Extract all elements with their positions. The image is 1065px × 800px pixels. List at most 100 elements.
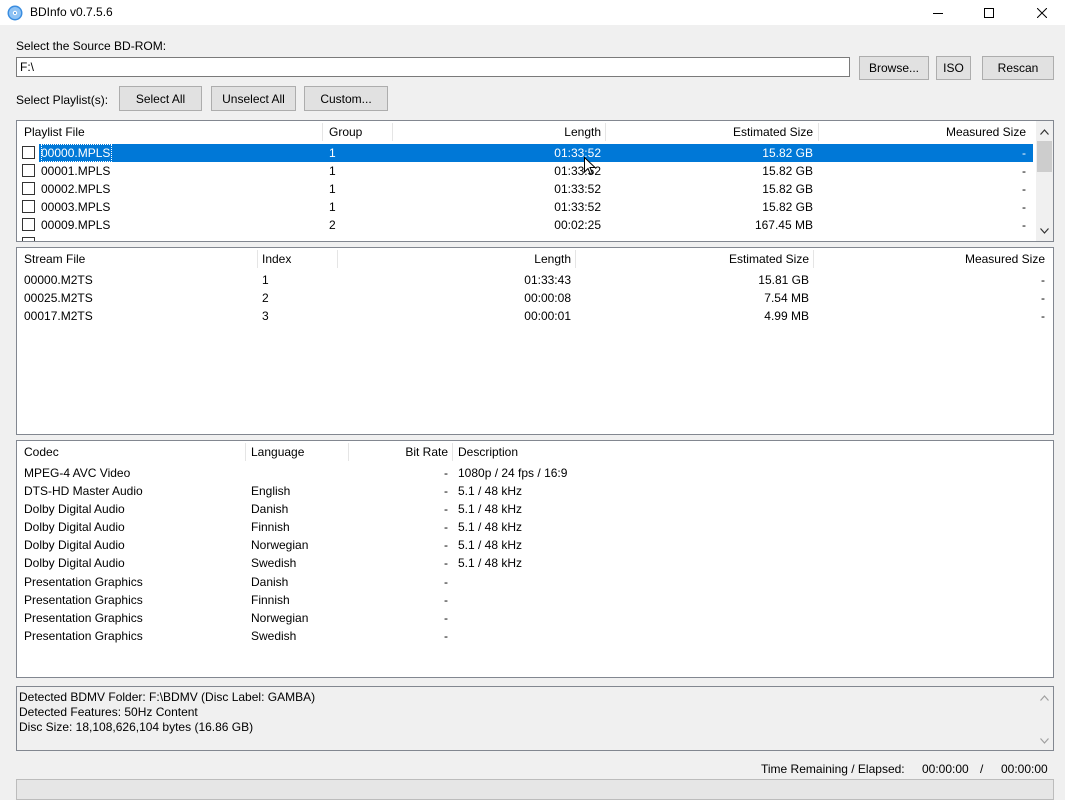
stream-file-name: 00025.M2TS (24, 291, 93, 305)
col-measured-size[interactable]: Measured Size (817, 248, 1045, 270)
stream-row[interactable]: 00000.M2TS 1 01:33:43 15.81 GB - (17, 271, 1053, 289)
col-bit-rate[interactable]: Bit Rate (352, 441, 448, 463)
codec-name: Dolby Digital Audio (24, 520, 125, 534)
iso-button[interactable]: ISO (936, 56, 971, 80)
col-group[interactable]: Group (329, 121, 389, 143)
playlist-row-partial (17, 235, 1033, 241)
playlist-checkbox[interactable] (22, 164, 35, 177)
col-description[interactable]: Description (458, 441, 758, 463)
codec-language: Swedish (251, 629, 297, 643)
codec-language: Swedish (251, 556, 297, 570)
unselect-all-button[interactable]: Unselect All (211, 86, 296, 111)
column-divider (452, 443, 453, 461)
codec-row[interactable]: Dolby Digital Audio Finnish - 5.1 / 48 k… (17, 518, 1053, 536)
source-path-input[interactable]: F:\ (16, 57, 850, 77)
scroll-down-arrow[interactable] (1036, 222, 1053, 239)
playlist-checkbox[interactable] (22, 146, 35, 159)
playlist-file-name: 00000.MPLS (41, 144, 113, 162)
col-length[interactable]: Length (347, 248, 571, 270)
playlist-file-name: 00001.MPLS (41, 164, 111, 178)
codec-row[interactable]: Presentation Graphics Danish - (17, 573, 1053, 591)
col-length[interactable]: Length (397, 121, 601, 143)
status-textbox[interactable]: Detected BDMV Folder: F:\BDMV (Disc Labe… (16, 686, 1054, 751)
playlist-row[interactable]: 00003.MPLS 1 01:33:52 15.82 GB - (17, 198, 1033, 216)
codec-description: 1080p / 24 fps / 16:9 (458, 466, 568, 480)
stream-est-size: 7.54 MB (764, 291, 809, 305)
col-stream-file[interactable]: Stream File (24, 248, 254, 270)
custom-button[interactable]: Custom... (304, 86, 388, 111)
stream-list[interactable]: Stream File Index Length Estimated Size … (16, 247, 1054, 435)
column-divider (322, 123, 323, 141)
playlist-est-size: 167.45 MB (754, 218, 813, 232)
scroll-up-arrow[interactable] (1036, 123, 1053, 140)
playlist-meas-size: - (1022, 182, 1026, 196)
browse-button[interactable]: Browse... (859, 56, 929, 80)
chevron-up-icon (1040, 128, 1049, 135)
codec-row[interactable]: Presentation Graphics Swedish - (17, 627, 1053, 645)
playlist-group: 1 (329, 182, 336, 196)
status-line: Detected BDMV Folder: F:\BDMV (Disc Labe… (19, 690, 316, 704)
playlist-length: 00:02:25 (554, 218, 601, 232)
maximize-icon (984, 7, 994, 18)
codec-row[interactable]: MPEG-4 AVC Video - 1080p / 24 fps / 16:9 (17, 464, 1053, 482)
select-all-button[interactable]: Select All (119, 86, 202, 111)
codec-bit-rate: - (444, 556, 448, 570)
codec-language: Finnish (251, 520, 290, 534)
col-measured-size[interactable]: Measured Size (822, 121, 1026, 143)
minimize-button[interactable] (915, 0, 961, 25)
col-playlist-file[interactable]: Playlist File (24, 121, 314, 143)
rescan-button[interactable]: Rescan (982, 56, 1054, 80)
col-codec[interactable]: Codec (24, 441, 239, 463)
codec-language: Finnish (251, 593, 290, 607)
scroll-down-arrow[interactable] (1036, 732, 1053, 749)
col-index[interactable]: Index (262, 248, 332, 270)
col-estimated-size[interactable]: Estimated Size (609, 121, 813, 143)
maximize-button[interactable] (966, 0, 1012, 25)
codec-language: Norwegian (251, 538, 309, 552)
minimize-icon (933, 12, 943, 14)
stream-length: 01:33:43 (524, 273, 571, 287)
codec-row[interactable]: Presentation Graphics Norwegian - (17, 609, 1053, 627)
codec-description: 5.1 / 48 kHz (458, 556, 523, 570)
playlist-checkbox[interactable] (22, 182, 35, 195)
column-divider (392, 123, 393, 141)
time-divider: / (980, 762, 984, 776)
col-language[interactable]: Language (251, 441, 346, 463)
playlist-group: 1 (329, 164, 336, 178)
playlist-row[interactable]: 00000.MPLS 1 01:33:52 15.82 GB - (17, 144, 1033, 162)
scroll-thumb[interactable] (1037, 141, 1052, 172)
codec-list[interactable]: Codec Language Bit Rate Description MPEG… (16, 440, 1054, 678)
codec-bit-rate: - (444, 611, 448, 625)
codec-row[interactable]: Dolby Digital Audio Norwegian - 5.1 / 48… (17, 536, 1053, 554)
stream-row[interactable]: 00025.M2TS 2 00:00:08 7.54 MB - (17, 289, 1053, 307)
stream-est-size: 4.99 MB (764, 309, 809, 323)
codec-name: Dolby Digital Audio (24, 502, 125, 516)
column-divider (605, 123, 606, 141)
codec-row[interactable]: DTS-HD Master Audio English - 5.1 / 48 k… (17, 482, 1053, 500)
playlist-checkbox[interactable] (22, 218, 35, 231)
chevron-up-icon (1040, 694, 1049, 701)
playlist-checkbox[interactable] (22, 200, 35, 213)
time-remaining: 00:00:00 (922, 762, 969, 776)
codec-row[interactable]: Dolby Digital Audio Danish - 5.1 / 48 kH… (17, 500, 1053, 518)
codec-language: Norwegian (251, 611, 309, 625)
playlist-row[interactable]: 00009.MPLS 2 00:02:25 167.45 MB - (17, 216, 1033, 234)
col-estimated-size[interactable]: Estimated Size (579, 248, 809, 270)
playlist-scrollbar[interactable] (1036, 121, 1053, 241)
playlist-row[interactable]: 00002.MPLS 1 01:33:52 15.82 GB - (17, 180, 1033, 198)
stream-est-size: 15.81 GB (758, 273, 809, 287)
playlist-list[interactable]: Playlist File Group Length Estimated Siz… (16, 120, 1054, 242)
codec-name: Dolby Digital Audio (24, 538, 125, 552)
playlist-row[interactable]: 00001.MPLS 1 01:33:52 15.82 GB - (17, 162, 1033, 180)
stream-row[interactable]: 00017.M2TS 3 00:00:01 4.99 MB - (17, 307, 1053, 325)
close-button[interactable] (1019, 0, 1065, 25)
playlist-meas-size: - (1022, 218, 1026, 232)
codec-description: 5.1 / 48 kHz (458, 484, 523, 498)
stream-meas-size: - (1041, 273, 1045, 287)
status-scrollbar[interactable] (1036, 687, 1053, 750)
scroll-up-arrow[interactable] (1036, 689, 1053, 706)
scan-progress-bar (16, 779, 1054, 800)
codec-row[interactable]: Dolby Digital Audio Swedish - 5.1 / 48 k… (17, 554, 1053, 572)
codec-row[interactable]: Presentation Graphics Finnish - (17, 591, 1053, 609)
playlist-est-size: 15.82 GB (762, 182, 813, 196)
